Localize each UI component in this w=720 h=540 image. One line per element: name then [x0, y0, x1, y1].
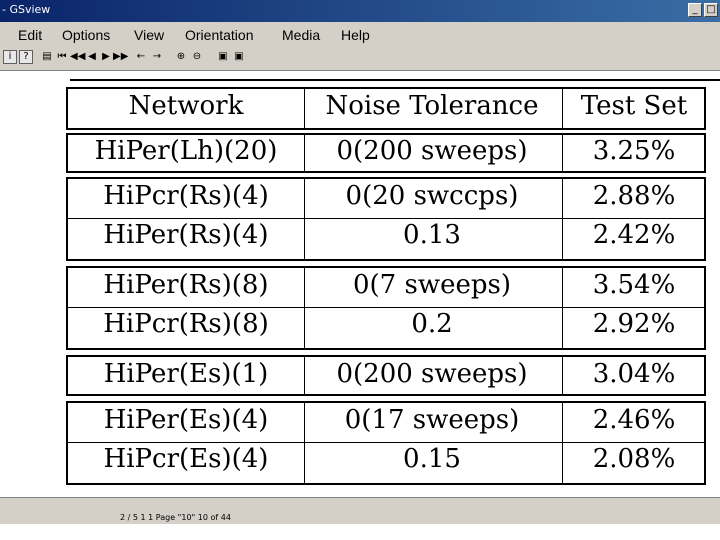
- zoom-in-icon[interactable]: ⊕: [174, 50, 188, 64]
- open-file-icon[interactable]: ▤: [40, 50, 54, 64]
- row-divider: [68, 442, 704, 443]
- window-title: - GSview: [2, 3, 51, 16]
- menu-help[interactable]: Help: [341, 27, 370, 43]
- col-divider: [562, 268, 563, 348]
- header-box: Network Noise Tolerance Test Set: [66, 87, 706, 130]
- row-divider: [68, 307, 704, 308]
- cell-network: HiPer(Es)(4): [103, 405, 269, 435]
- cell-testset: 3.54%: [592, 270, 676, 300]
- col-divider: [304, 403, 305, 483]
- menu-options[interactable]: Options: [62, 27, 110, 43]
- header-noise-tolerance: Noise Tolerance: [325, 91, 539, 121]
- col-divider: [304, 135, 305, 171]
- row-divider: [68, 218, 704, 219]
- title-bar: - GSview _ □: [0, 0, 720, 22]
- back-page-icon[interactable]: ◀◀: [70, 50, 85, 64]
- table-group: HiPer(Es)(1) 0(200 sweeps) 3.04%: [66, 355, 706, 396]
- forward-arrow-icon[interactable]: →: [150, 50, 164, 64]
- header-network: Network: [128, 91, 244, 121]
- col-divider: [304, 179, 305, 259]
- header-test-set: Test Set: [580, 91, 688, 121]
- cell-testset: 2.88%: [592, 181, 676, 211]
- cell-network: HiPer(Es)(1): [103, 359, 269, 389]
- cell-noise: 0.13: [403, 220, 461, 250]
- cell-testset: 3.04%: [592, 359, 676, 389]
- status-strip: [0, 497, 720, 524]
- cell-testset: 3.25%: [592, 136, 676, 166]
- cell-network: HiPer(Lh)(20): [94, 136, 278, 166]
- cell-noise: 0.2: [411, 309, 453, 339]
- fit-page-icon[interactable]: ▣: [216, 50, 230, 64]
- cell-testset: 2.08%: [592, 444, 676, 474]
- prev-page-icon[interactable]: ◀: [85, 50, 99, 64]
- menu-bar: Edit Options View Orientation Media Help: [0, 22, 720, 46]
- back-arrow-icon[interactable]: ←: [134, 50, 148, 64]
- status-text: 2 / 5 1 1 Page "10" 10 of 44: [120, 513, 231, 522]
- col-divider: [562, 403, 563, 483]
- col-divider: [304, 357, 305, 394]
- menu-edit[interactable]: Edit: [18, 27, 42, 43]
- cell-network: HiPcr(Rs)(8): [103, 309, 269, 339]
- cell-network: HiPer(Rs)(8): [103, 270, 269, 300]
- table-group: HiPer(Rs)(8) 0(7 sweeps) 3.54% HiPcr(Rs)…: [66, 266, 706, 350]
- col-divider: [562, 357, 563, 394]
- minimize-button[interactable]: _: [688, 3, 702, 17]
- col-divider: [562, 135, 563, 171]
- help-button[interactable]: ?: [19, 50, 33, 64]
- menu-media[interactable]: Media: [282, 27, 320, 43]
- next-page-icon[interactable]: ▶: [99, 50, 113, 64]
- forward-page-icon[interactable]: ▶▶: [113, 50, 128, 64]
- status-bar: 2 / 5 1 1 Page "10" 10 of 44: [0, 497, 720, 540]
- cell-noise: 0(20 swccps): [345, 181, 519, 211]
- cell-network: HiPcr(Rs)(4): [103, 181, 269, 211]
- menu-orientation[interactable]: Orientation: [185, 27, 253, 43]
- cell-noise: 0.15: [403, 444, 461, 474]
- cell-testset: 2.42%: [592, 220, 676, 250]
- col-divider: [562, 89, 563, 128]
- menu-view[interactable]: View: [134, 27, 164, 43]
- maximize-button[interactable]: □: [704, 3, 718, 17]
- col-divider: [304, 268, 305, 348]
- toolbar: i ? ▤ ⏮ ◀◀ ◀ ▶ ▶▶ ← → ⊕ ⊖ ▣ ▣: [0, 46, 720, 71]
- cell-noise: 0(200 sweeps): [336, 359, 528, 389]
- cell-noise: 0(7 sweeps): [353, 270, 511, 300]
- table-group: HiPcr(Rs)(4) 0(20 swccps) 2.88% HiPer(Rs…: [66, 177, 706, 261]
- cell-network: HiPer(Rs)(4): [103, 220, 269, 250]
- fit-width-icon[interactable]: ▣: [232, 50, 246, 64]
- zoom-out-icon[interactable]: ⊖: [190, 50, 204, 64]
- cell-testset: 2.46%: [592, 405, 676, 435]
- table-group: HiPer(Lh)(20) 0(200 sweeps) 3.25%: [66, 133, 706, 173]
- cell-network: HiPcr(Es)(4): [103, 444, 269, 474]
- top-rule: [70, 79, 720, 81]
- cell-noise: 0(200 sweeps): [336, 136, 528, 166]
- document-view[interactable]: Network Noise Tolerance Test Set HiPer(L…: [0, 71, 720, 495]
- col-divider: [562, 179, 563, 259]
- cell-testset: 2.92%: [592, 309, 676, 339]
- table-group: HiPer(Es)(4) 0(17 sweeps) 2.46% HiPcr(Es…: [66, 401, 706, 485]
- cell-noise: 0(17 sweeps): [344, 405, 520, 435]
- first-page-icon[interactable]: ⏮: [55, 50, 69, 64]
- info-button[interactable]: i: [3, 50, 17, 64]
- col-divider: [304, 89, 305, 128]
